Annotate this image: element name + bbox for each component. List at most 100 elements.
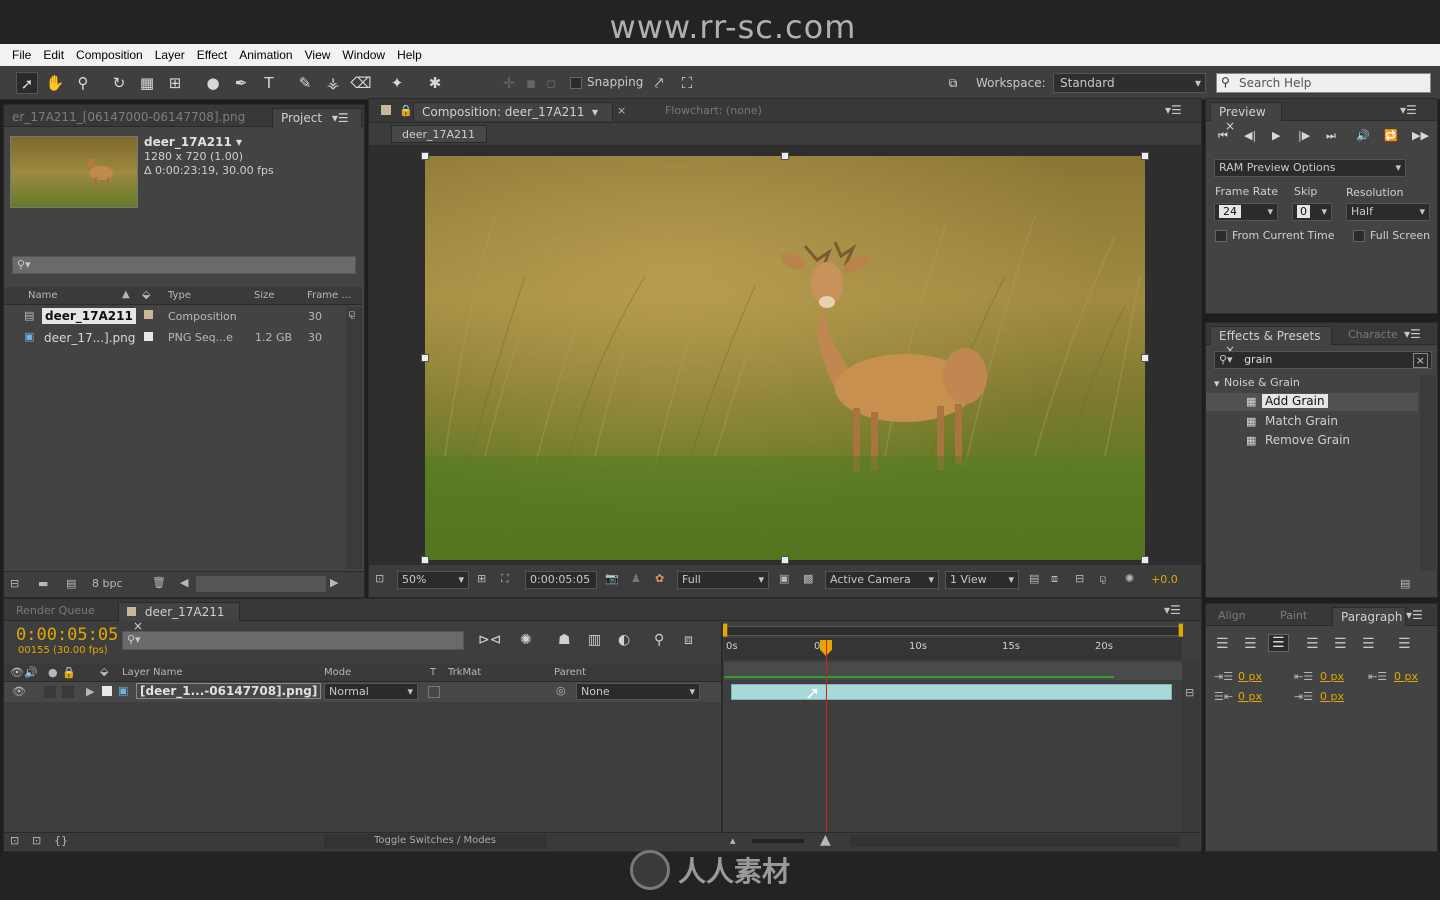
- motion-blur-icon[interactable]: ◐: [618, 632, 630, 648]
- tab-preview[interactable]: Preview ×: [1210, 102, 1282, 133]
- space-after-value[interactable]: 0 px: [1320, 690, 1344, 703]
- menu-file[interactable]: File: [6, 48, 37, 62]
- col-frame[interactable]: Frame ...: [307, 290, 351, 301]
- type-tool-icon[interactable]: T: [258, 72, 280, 94]
- align-center-icon[interactable]: ☰: [1244, 636, 1257, 652]
- hand-tool-icon[interactable]: ✋: [44, 72, 66, 94]
- expand-triangle-icon[interactable]: ▾: [1214, 377, 1220, 390]
- magnification-dropdown[interactable]: 50% ▾: [397, 571, 469, 589]
- layer-name[interactable]: [deer_1...-06147708].png]: [136, 683, 322, 699]
- parent-pickwhip-icon[interactable]: ◎: [556, 684, 566, 697]
- tab-footage[interactable]: er_17A211_[06147000-06147708].png: [4, 108, 266, 127]
- lock-icon[interactable]: 🔒: [399, 104, 413, 117]
- from-current-time-checkbox[interactable]: [1215, 230, 1227, 242]
- menu-view[interactable]: View: [299, 48, 337, 62]
- blend-mode-dropdown[interactable]: Normal ▾: [324, 683, 418, 700]
- mask-visibility-icon[interactable]: ⛶: [501, 572, 509, 586]
- video-eye-icon[interactable]: 👁: [12, 685, 26, 698]
- frame-rate-dropdown[interactable]: 24 ▾: [1214, 203, 1278, 221]
- view-layout-dropdown[interactable]: 1 View ▾: [945, 571, 1019, 589]
- comp-subtab[interactable]: deer_17A211: [391, 125, 487, 143]
- tab-effects-presets[interactable]: Effects & Presets ×: [1210, 326, 1332, 357]
- menu-composition[interactable]: Composition: [70, 48, 149, 62]
- transfer-controls-icon[interactable]: ⊡: [32, 834, 41, 847]
- timeline-divider[interactable]: [721, 622, 723, 832]
- in-out-icon[interactable]: {}: [54, 834, 68, 847]
- panel-menu-icon[interactable]: ▾☰: [1164, 603, 1181, 617]
- ram-preview-icon[interactable]: ▶▶: [1412, 129, 1429, 142]
- tab-align[interactable]: Align: [1218, 609, 1246, 622]
- row-name[interactable]: deer_17...].png: [44, 331, 135, 345]
- layer-duration-bar[interactable]: [731, 684, 1172, 700]
- col-parent[interactable]: Parent: [554, 667, 586, 678]
- current-time-field[interactable]: 0:00:05:05: [525, 571, 597, 589]
- expand-triangle-icon[interactable]: ▶: [86, 685, 94, 698]
- list-item[interactable]: ▣ deer_17...].png PNG Seq...e 1.2 GB 30: [4, 328, 344, 348]
- effects-search-input[interactable]: ⚲▾ grain ×: [1214, 351, 1432, 369]
- label-tag-icon[interactable]: ⬙: [142, 288, 150, 301]
- safe-zones-icon[interactable]: ⊞: [477, 572, 486, 585]
- tab-timeline-comp[interactable]: deer_17A211 ×: [118, 602, 240, 633]
- tab-flowchart[interactable]: Flowchart: (none): [665, 104, 762, 117]
- justify-last-left-icon[interactable]: ☰: [1306, 636, 1319, 652]
- col-t[interactable]: T: [430, 667, 436, 678]
- selection-tool-icon[interactable]: ➚: [16, 72, 38, 94]
- sort-ascending-icon[interactable]: ▲: [122, 289, 130, 300]
- solo-icon[interactable]: ●: [48, 666, 58, 679]
- snapshot-icon[interactable]: 📷: [605, 572, 619, 585]
- channels-icon[interactable]: ✿: [655, 572, 664, 585]
- timeline-current-time[interactable]: 0:00:05:05: [16, 625, 118, 645]
- camera-tool-icon[interactable]: ▦: [136, 72, 158, 94]
- zoom-out-icon[interactable]: ▴: [730, 834, 736, 847]
- clone-stamp-tool-icon[interactable]: ⚶: [322, 72, 344, 94]
- effect-remove-grain[interactable]: Remove Grain: [1265, 433, 1350, 447]
- indent-first-line-value[interactable]: 0 px: [1394, 670, 1418, 683]
- new-composition-icon[interactable]: ▤: [66, 577, 76, 590]
- tab-paint[interactable]: Paint: [1280, 609, 1307, 622]
- snap-feather-icon[interactable]: ⤤: [648, 72, 670, 94]
- parent-dropdown[interactable]: None ▾: [576, 683, 700, 700]
- layer-switches-icon[interactable]: ⊡: [10, 834, 19, 847]
- chevron-down-icon[interactable]: ▾: [592, 105, 598, 119]
- col-size[interactable]: Size: [254, 290, 275, 301]
- draft-3d-icon[interactable]: ✺: [520, 632, 532, 648]
- col-layer-name[interactable]: Layer Name: [122, 667, 183, 678]
- brainstorm-icon[interactable]: ⚲: [654, 632, 664, 648]
- transparency-grid-icon[interactable]: ▩: [803, 572, 813, 585]
- tab-render-queue[interactable]: Render Queue: [16, 604, 95, 617]
- snap-extend-icon[interactable]: ⛶: [676, 72, 698, 94]
- lock-icon[interactable]: 🔒: [62, 666, 76, 679]
- transform-handle[interactable]: [781, 152, 789, 160]
- comp-mini-flowchart-icon[interactable]: ⊳⊲: [478, 632, 501, 648]
- effect-match-grain[interactable]: Match Grain: [1265, 414, 1338, 428]
- flowchart-icon[interactable]: ⚼: [1099, 572, 1107, 586]
- search-help-input[interactable]: ⚲ Search Help: [1216, 73, 1431, 93]
- work-area-bar[interactable]: [724, 662, 1182, 680]
- transform-handle[interactable]: [1141, 354, 1149, 362]
- menu-effect[interactable]: Effect: [191, 48, 233, 62]
- effect-add-grain[interactable]: Add Grain: [1262, 394, 1328, 408]
- tab-character[interactable]: Characte: [1348, 328, 1398, 341]
- solo-switch[interactable]: [44, 686, 56, 698]
- justify-last-right-icon[interactable]: ☰: [1362, 636, 1375, 652]
- resolution-dropdown[interactable]: Full ▾: [677, 571, 769, 589]
- comp-name[interactable]: deer_17A211 ▾: [144, 135, 242, 149]
- navigator-end-handle[interactable]: ▐: [1175, 624, 1183, 637]
- row-name[interactable]: deer_17A211: [42, 308, 136, 324]
- menu-layer[interactable]: Layer: [149, 48, 191, 62]
- loop-icon[interactable]: 🔁: [1384, 129, 1398, 142]
- transform-handle[interactable]: [781, 556, 789, 564]
- panel-menu-icon[interactable]: ▾☰: [1404, 327, 1421, 341]
- scroll-right-icon[interactable]: ▶: [330, 576, 338, 589]
- zoom-tool-icon[interactable]: ⚲: [72, 72, 94, 94]
- menu-animation[interactable]: Animation: [233, 48, 298, 62]
- effects-scrollbar[interactable]: [1420, 375, 1436, 571]
- next-frame-icon[interactable]: |▶: [1298, 129, 1310, 142]
- close-icon[interactable]: ×: [617, 104, 626, 117]
- pick-whip-icon[interactable]: ⊟: [1185, 686, 1194, 699]
- reset-exposure-icon[interactable]: ✺: [1125, 572, 1134, 585]
- new-preset-icon[interactable]: ▤: [1400, 577, 1410, 590]
- indent-left-value[interactable]: 0 px: [1238, 670, 1262, 683]
- lock-switch[interactable]: [62, 686, 74, 698]
- list-item[interactable]: ▦ Remove Grain: [1206, 432, 1418, 450]
